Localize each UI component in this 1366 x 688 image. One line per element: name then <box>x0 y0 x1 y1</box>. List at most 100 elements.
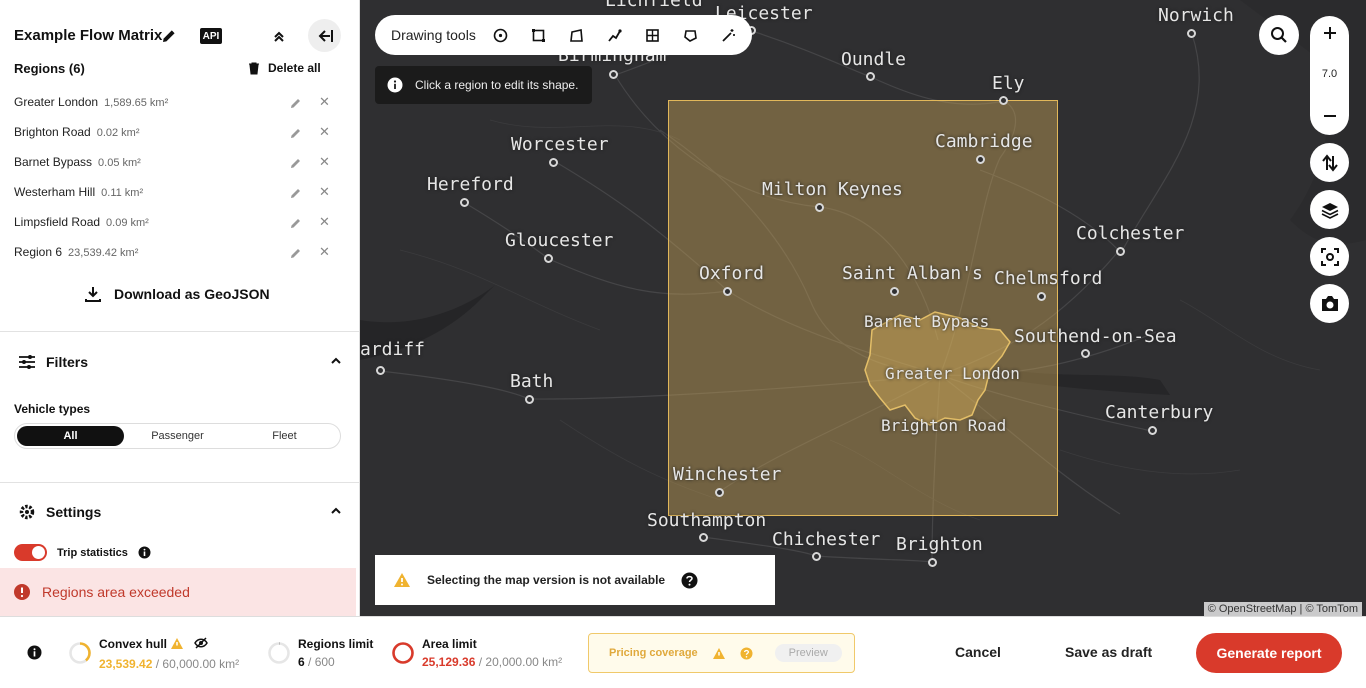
vehicle-type-passenger[interactable]: Passenger <box>124 426 231 446</box>
delete-all-button[interactable]: Delete all <box>248 61 321 75</box>
city-label: Cambridge <box>935 131 1033 152</box>
camera-icon <box>1321 296 1338 311</box>
cancel-button[interactable]: Cancel <box>955 644 1001 660</box>
pricing-coverage-box: Pricing coverage Preview <box>588 633 855 673</box>
trip-statistics-row: Trip statistics <box>14 544 151 561</box>
region-6-rectangle[interactable] <box>668 100 1058 516</box>
help-icon[interactable] <box>681 572 698 589</box>
map-version-notice: Selecting the map version is not availab… <box>375 555 775 605</box>
region-area: 0.05 km² <box>98 157 141 169</box>
regions-area-alert: Regions area exceeded <box>0 568 356 616</box>
rectangle-tool-icon[interactable] <box>520 15 558 55</box>
map-canvas[interactable]: Lichfield Leicester Norwich Birmingham O… <box>360 0 1366 616</box>
download-icon <box>85 287 101 302</box>
download-geojson-button[interactable]: Download as GeoJSON <box>84 285 270 303</box>
download-label: Download as GeoJSON <box>114 286 270 302</box>
city-label: Lichfield <box>605 0 703 11</box>
zoom-in-button[interactable] <box>1310 26 1349 40</box>
city-dot <box>699 533 708 542</box>
zoom-out-button[interactable] <box>1310 109 1349 123</box>
info-icon[interactable] <box>27 645 42 665</box>
filters-header[interactable]: Filters <box>18 350 343 374</box>
city-dot <box>715 488 724 497</box>
sort-button[interactable] <box>1310 143 1349 182</box>
city-dot <box>928 558 937 567</box>
collapse-sidebar-button[interactable] <box>308 19 341 52</box>
bottom-bar: Convex hull 23,539.42 / 60,000.00 km² Re… <box>0 616 1366 688</box>
region-row[interactable]: Westerham Hill 0.11 km² ✕ <box>0 180 359 204</box>
vehicle-type-fleet[interactable]: Fleet <box>231 426 338 446</box>
chevron-up-icon <box>331 357 341 364</box>
preview-button[interactable]: Preview <box>774 644 842 662</box>
region-area: 0.02 km² <box>96 127 140 139</box>
close-icon[interactable]: ✕ <box>319 244 330 260</box>
polygon-tool-icon[interactable] <box>558 15 596 55</box>
warning-icon <box>394 573 410 587</box>
fit-bounds-button[interactable] <box>1310 237 1349 276</box>
regions-limit-limit: / 600 <box>308 655 335 669</box>
focus-frame-icon <box>1320 247 1339 266</box>
city-label: Bath <box>510 371 554 392</box>
region-row[interactable]: Barnet Bypass 0.05 km² ✕ <box>0 150 359 174</box>
close-icon[interactable]: ✕ <box>319 94 330 110</box>
api-button[interactable]: API <box>200 28 222 44</box>
city-dot <box>812 552 821 561</box>
regions-limit-progress-ring <box>268 642 290 664</box>
layers-button[interactable] <box>1310 190 1349 229</box>
city-dot <box>1037 292 1046 301</box>
grid-tool-icon[interactable] <box>634 15 672 55</box>
city-label: Brighton <box>896 534 983 555</box>
filters-heading: Filters <box>46 354 89 370</box>
map-search-button[interactable] <box>1259 15 1299 55</box>
convex-hull-value: 23,539.42 <box>99 657 153 671</box>
eye-off-icon[interactable] <box>194 636 208 650</box>
close-icon[interactable]: ✕ <box>319 124 330 140</box>
region-row[interactable]: Greater London 1,589.65 km² ✕ <box>0 90 359 114</box>
divider <box>0 331 359 332</box>
pencil-icon[interactable] <box>290 246 302 264</box>
close-icon[interactable]: ✕ <box>319 184 330 200</box>
lasso-tool-icon[interactable] <box>672 15 710 55</box>
magic-wand-icon[interactable] <box>710 15 748 55</box>
region-row[interactable]: Limpsfield Road 0.09 km² ✕ <box>0 210 359 234</box>
pricing-coverage-label: Pricing coverage <box>609 647 698 659</box>
city-dot <box>549 158 558 167</box>
vehicle-type-all[interactable]: All <box>17 426 124 446</box>
city-dot <box>723 287 732 296</box>
pencil-icon[interactable] <box>290 156 302 174</box>
route-tool-icon[interactable] <box>596 15 634 55</box>
region-area: 0.11 km² <box>101 187 144 199</box>
warning-icon <box>171 638 183 649</box>
circle-tool-icon[interactable] <box>482 15 520 55</box>
region-row[interactable]: Brighton Road 0.02 km² ✕ <box>0 120 359 144</box>
edit-title-icon[interactable] <box>160 27 178 45</box>
generate-report-button[interactable]: Generate report <box>1196 633 1342 673</box>
area-limit-stat: Area limit 25,129.36 / 20,000.00 km² <box>391 617 581 688</box>
close-icon[interactable]: ✕ <box>319 214 330 230</box>
region-name: Limpsfield Road <box>14 215 101 229</box>
help-icon[interactable] <box>740 647 753 660</box>
screenshot-button[interactable] <box>1310 284 1349 323</box>
city-label: Worcester <box>511 134 609 155</box>
pencil-icon[interactable] <box>290 216 302 234</box>
info-icon[interactable] <box>138 546 151 559</box>
convex-hull-label: Convex hull <box>99 637 168 651</box>
arrow-left-bar-icon <box>318 29 333 42</box>
settings-header[interactable]: Settings <box>18 500 343 524</box>
trip-statistics-toggle[interactable] <box>14 544 47 561</box>
pencil-icon[interactable] <box>290 126 302 144</box>
region-name: Region 6 <box>14 245 63 259</box>
zoom-level: 7.0 <box>1321 68 1338 80</box>
region-name: Greater London <box>14 95 99 109</box>
city-label: Gloucester <box>505 230 614 251</box>
delete-all-label: Delete all <box>268 61 321 75</box>
save-draft-button[interactable]: Save as draft <box>1065 644 1152 660</box>
region-row[interactable]: Region 6 23,539.42 km² ✕ <box>0 240 359 264</box>
convex-hull-progress-ring <box>69 642 91 664</box>
map-attribution[interactable]: © OpenStreetMap | © TomTom <box>1203 602 1362 616</box>
chevrons-up-icon[interactable] <box>270 28 288 46</box>
city-dot <box>525 395 534 404</box>
close-icon[interactable]: ✕ <box>319 154 330 170</box>
pencil-icon[interactable] <box>290 96 302 114</box>
pencil-icon[interactable] <box>290 186 302 204</box>
